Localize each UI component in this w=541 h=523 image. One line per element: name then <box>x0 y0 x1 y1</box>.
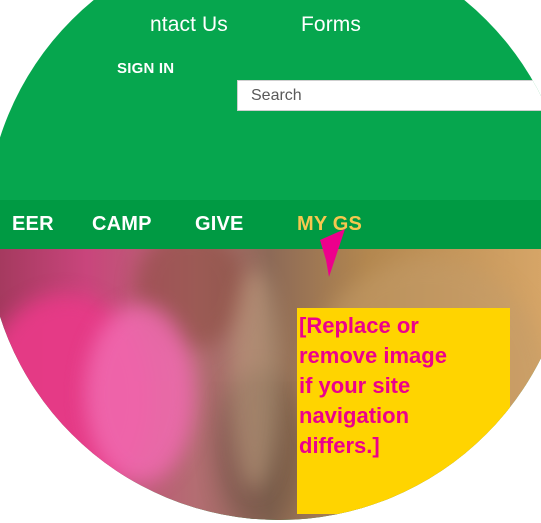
placeholder-callout: [Replace or remove image if your site na… <box>297 308 510 514</box>
callout-text: [Replace or remove image if your site na… <box>299 313 447 458</box>
contact-us-link[interactable]: ntact Us <box>150 13 228 37</box>
nav-volunteer[interactable]: EER <box>12 213 54 236</box>
screenshot-frame: ntact Us Forms SIGN IN EER CAMP GIVE MY … <box>0 0 541 523</box>
utility-links: ntact Us Forms <box>0 8 541 44</box>
hero-blur-pink-highlight <box>85 304 195 484</box>
magnified-header-lens: ntact Us Forms SIGN IN EER CAMP GIVE MY … <box>0 0 541 520</box>
main-navigation: EER CAMP GIVE MY GS <box>0 200 541 249</box>
lens-content: ntact Us Forms SIGN IN EER CAMP GIVE MY … <box>0 0 541 520</box>
arrow-pointer-icon <box>320 229 345 277</box>
search-input[interactable] <box>251 86 491 106</box>
search-box[interactable] <box>237 80 541 111</box>
sign-in-link[interactable]: SIGN IN <box>117 60 174 77</box>
nav-camp[interactable]: CAMP <box>92 213 152 236</box>
hero-blur-light <box>230 269 280 489</box>
nav-give[interactable]: GIVE <box>195 213 244 236</box>
forms-link[interactable]: Forms <box>301 13 361 37</box>
